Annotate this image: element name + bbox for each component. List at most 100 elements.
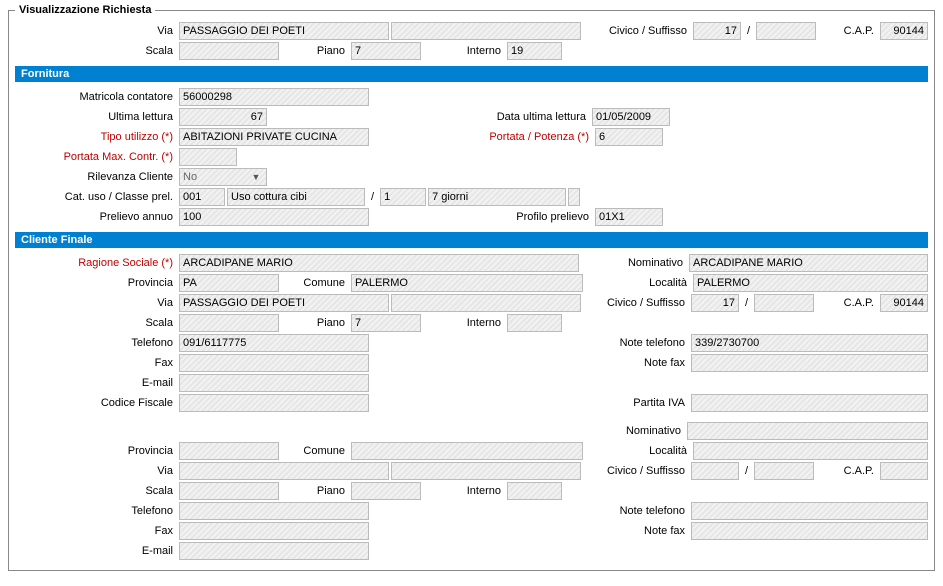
via-field-3[interactable] <box>179 462 389 480</box>
addr1-row2: Scala Piano 7 Interno 19 <box>15 42 928 60</box>
via-field-cli[interactable]: PASSAGGIO DEI POETI <box>179 294 389 312</box>
comune-field[interactable]: PALERMO <box>351 274 583 292</box>
catuso-desc-field[interactable]: Uso cottura cibi <box>227 188 365 206</box>
email-field-2[interactable] <box>179 542 369 560</box>
slash-text-2: / <box>367 191 378 203</box>
localita-field-2[interactable] <box>693 442 928 460</box>
ultima-lettura-label: Ultima lettura <box>15 111 177 123</box>
email-field[interactable] <box>179 374 369 392</box>
fax-field[interactable] <box>179 354 369 372</box>
cf-field[interactable] <box>179 394 369 412</box>
piano-label: Piano <box>281 45 349 57</box>
scala-label-2: Scala <box>15 317 177 329</box>
cli-row5: Telefono 091/6117775 Note telefono 339/2… <box>15 334 928 352</box>
fax-field-2[interactable] <box>179 522 369 540</box>
piano-field-2[interactable]: 7 <box>351 314 421 332</box>
telefono-field-2[interactable] <box>179 502 369 520</box>
telefono-label-2: Telefono <box>15 505 177 517</box>
via-field-3b[interactable] <box>391 462 581 480</box>
via-label: Via <box>15 25 177 37</box>
via-field[interactable]: PASSAGGIO DEI POETI <box>179 22 389 40</box>
tipo-utilizzo-row: Tipo utilizzo (*) ABITAZIONI PRIVATE CUC… <box>15 128 928 146</box>
rilevanza-select[interactable]: No ▼ <box>179 168 267 186</box>
fax-label-2: Fax <box>15 525 177 537</box>
note-tel-field[interactable]: 339/2730700 <box>691 334 928 352</box>
interno-field-2[interactable] <box>507 314 562 332</box>
via-label-3: Via <box>15 465 177 477</box>
telefono-field[interactable]: 091/6117775 <box>179 334 369 352</box>
interno-field-3[interactable] <box>507 482 562 500</box>
scala-field-2[interactable] <box>179 314 279 332</box>
civico-field-3[interactable] <box>691 462 739 480</box>
ultima-lettura-field[interactable]: 67 <box>179 108 267 126</box>
provincia-field-2[interactable] <box>179 442 279 460</box>
nominativo-label-2: Nominativo <box>579 425 685 437</box>
classe-desc-field[interactable]: 7 giorni <box>428 188 566 206</box>
cf-label: Codice Fiscale <box>15 397 177 409</box>
cap-field-2[interactable]: 90144 <box>880 294 928 312</box>
interno-label-2: Interno <box>423 317 505 329</box>
data-ultima-lettura-field[interactable]: 01/05/2009 <box>592 108 670 126</box>
slash-text-3: / <box>741 297 752 309</box>
localita-field[interactable]: PALERMO <box>693 274 928 292</box>
profilo-field[interactable]: 01X1 <box>595 208 663 226</box>
suffisso-field-2[interactable] <box>754 294 814 312</box>
addr1-row1: Via PASSAGGIO DEI POETI Civico / Suffiss… <box>15 22 928 40</box>
civico-label-3: Civico / Suffisso <box>583 465 689 477</box>
portata-max-row: Portata Max. Contr. (*) <box>15 148 928 166</box>
rilevanza-row: Rilevanza Cliente No ▼ <box>15 168 928 186</box>
matricola-row: Matricola contatore 56000298 <box>15 88 928 106</box>
piano-field[interactable]: 7 <box>351 42 421 60</box>
cap-field-3[interactable] <box>880 462 928 480</box>
portata-field[interactable]: 6 <box>595 128 663 146</box>
cli2-row3: Via Civico / Suffisso / C.A.P. <box>15 462 928 480</box>
via-field-cli-2[interactable] <box>391 294 581 312</box>
scala-field-3[interactable] <box>179 482 279 500</box>
nominativo-field-2[interactable] <box>687 422 928 440</box>
interno-field[interactable]: 19 <box>507 42 562 60</box>
note-fax-field-2[interactable] <box>691 522 928 540</box>
telefono-label: Telefono <box>15 337 177 349</box>
email-label: E-mail <box>15 377 177 389</box>
section-fornitura: Fornitura <box>15 66 928 82</box>
classe-code-field[interactable]: 1 <box>380 188 426 206</box>
cli-row7: E-mail <box>15 374 928 392</box>
cli-row4: Scala Piano 7 Interno <box>15 314 928 332</box>
tipo-utilizzo-field[interactable]: ABITAZIONI PRIVATE CUCINA <box>179 128 369 146</box>
catuso-row: Cat. uso / Classe prel. 001 Uso cottura … <box>15 188 928 206</box>
interno-label-3: Interno <box>423 485 505 497</box>
comune-field-2[interactable] <box>351 442 583 460</box>
provincia-field[interactable]: PA <box>179 274 279 292</box>
cli2-row1: Nominativo <box>15 422 928 440</box>
suffisso-field-3[interactable] <box>754 462 814 480</box>
nominativo-field[interactable]: ARCADIPANE MARIO <box>689 254 928 272</box>
piano-field-3[interactable] <box>351 482 421 500</box>
cap-label: C.A.P. <box>818 25 878 37</box>
via-field-2[interactable] <box>391 22 581 40</box>
chevron-down-icon: ▼ <box>249 169 263 185</box>
tipo-utilizzo-label: Tipo utilizzo (*) <box>15 131 177 143</box>
civico-label-2: Civico / Suffisso <box>583 297 689 309</box>
piva-label: Partita IVA <box>583 397 689 409</box>
comune-label: Comune <box>281 277 349 289</box>
cli-row6: Fax Note fax <box>15 354 928 372</box>
cap-field[interactable]: 90144 <box>880 22 928 40</box>
portata-max-field[interactable] <box>179 148 237 166</box>
suffisso-field[interactable] <box>756 22 816 40</box>
note-fax-field[interactable] <box>691 354 928 372</box>
note-tel-field-2[interactable] <box>691 502 928 520</box>
prelievo-annuo-field[interactable]: 100 <box>179 208 369 226</box>
civico-label: Civico / Suffisso <box>583 25 691 37</box>
legend: Visualizzazione Richiesta <box>15 4 155 16</box>
piva-field[interactable] <box>691 394 928 412</box>
piano-label-2: Piano <box>281 317 349 329</box>
ragione-field[interactable]: ARCADIPANE MARIO <box>179 254 579 272</box>
classe-extra-field[interactable] <box>568 188 580 206</box>
rilevanza-label: Rilevanza Cliente <box>15 171 177 183</box>
civico-field-2[interactable]: 17 <box>691 294 739 312</box>
catuso-code-field[interactable]: 001 <box>179 188 225 206</box>
civico-field[interactable]: 17 <box>693 22 741 40</box>
scala-field[interactable] <box>179 42 279 60</box>
matricola-label: Matricola contatore <box>15 91 177 103</box>
matricola-field[interactable]: 56000298 <box>179 88 369 106</box>
